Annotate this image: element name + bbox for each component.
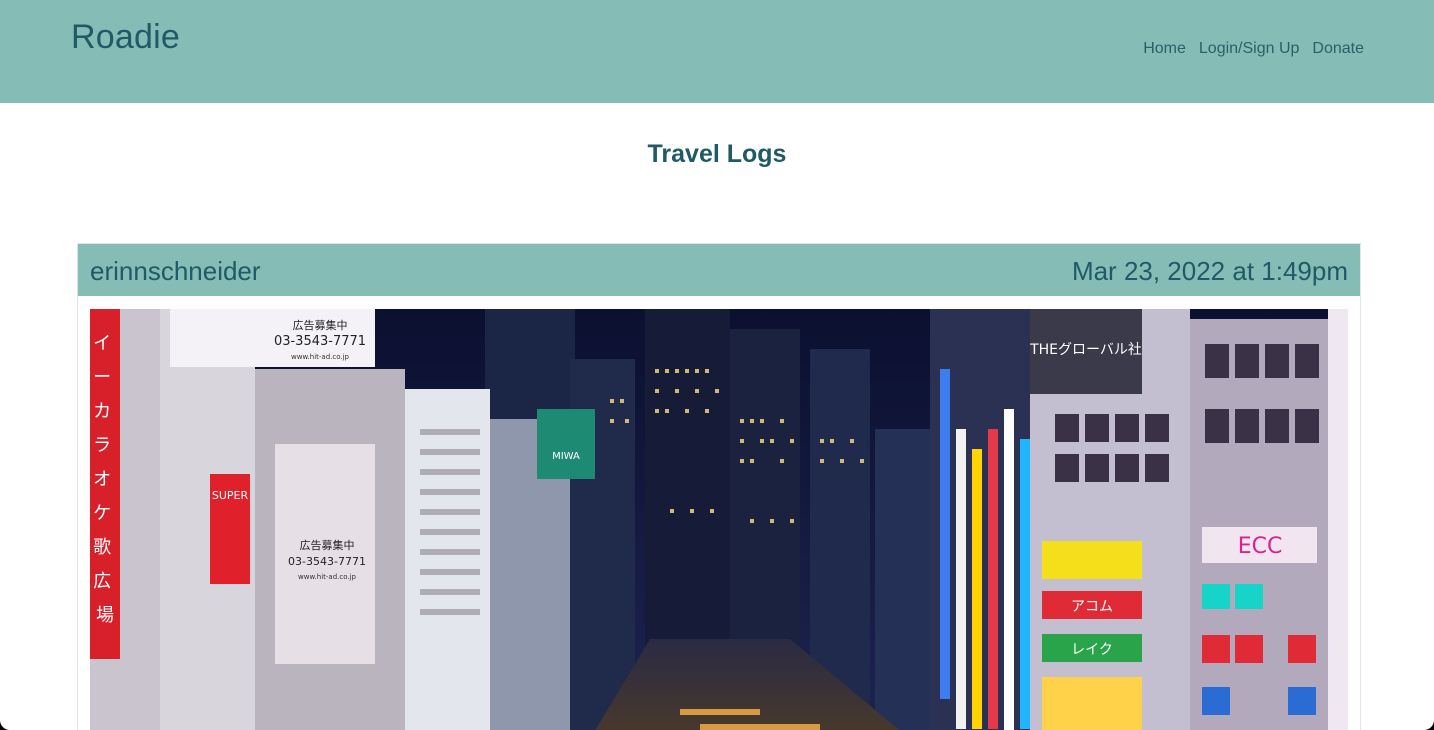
miwa-sign: MIWA (552, 451, 580, 462)
page-title: Travel Logs (647, 140, 787, 168)
billboard-mid-text: 広告募集中 (300, 538, 355, 552)
super-sign: SUPER (212, 489, 249, 502)
nav-link-donate[interactable]: Donate (1312, 40, 1364, 58)
brand-logo-link[interactable]: Roadie (71, 18, 180, 57)
travel-log-card: erinnschneider Mar 23, 2022 at 1:49pm イ … (77, 243, 1361, 730)
nav-link-home[interactable]: Home (1143, 40, 1186, 58)
billboard-mid-url: www.hit-ad.co.jp (298, 573, 357, 581)
post-username: erinnschneider (90, 256, 261, 286)
billboard-top-phone: 03-3543-7771 (274, 334, 366, 349)
the-global-sign: THEグローバル社 (1029, 342, 1142, 358)
city-night-photo: イ ー カ ラ オ ケ 歌 広 場 広告募集中 03-3543-7771 www… (90, 309, 1348, 730)
billboard-top-text: 広告募集中 (293, 318, 348, 332)
site-header: Roadie Home Login/Sign Up Donate (0, 0, 1434, 103)
card-header: erinnschneider Mar 23, 2022 at 1:49pm (78, 244, 1360, 296)
acom-sign: アコム (1071, 599, 1113, 615)
post-photo: イ ー カ ラ オ ケ 歌 広 場 広告募集中 03-3543-7771 www… (90, 309, 1348, 730)
karaoke-sign: イ ー カ ラ オ ケ 歌 広 場 (93, 333, 117, 626)
post-timestamp: Mar 23, 2022 at 1:49pm (1071, 256, 1348, 286)
nav-link-login-signup[interactable]: Login/Sign Up (1199, 40, 1300, 58)
page: Roadie Home Login/Sign Up Donate Travel … (0, 0, 1434, 730)
billboard-mid-phone: 03-3543-7771 (288, 555, 366, 568)
ecc-sign: ECC (1238, 534, 1283, 559)
billboard-top-url: www.hit-ad.co.jp (291, 353, 350, 361)
main-nav: Home Login/Sign Up Donate (1143, 40, 1364, 58)
lake-sign: レイク (1071, 642, 1113, 658)
